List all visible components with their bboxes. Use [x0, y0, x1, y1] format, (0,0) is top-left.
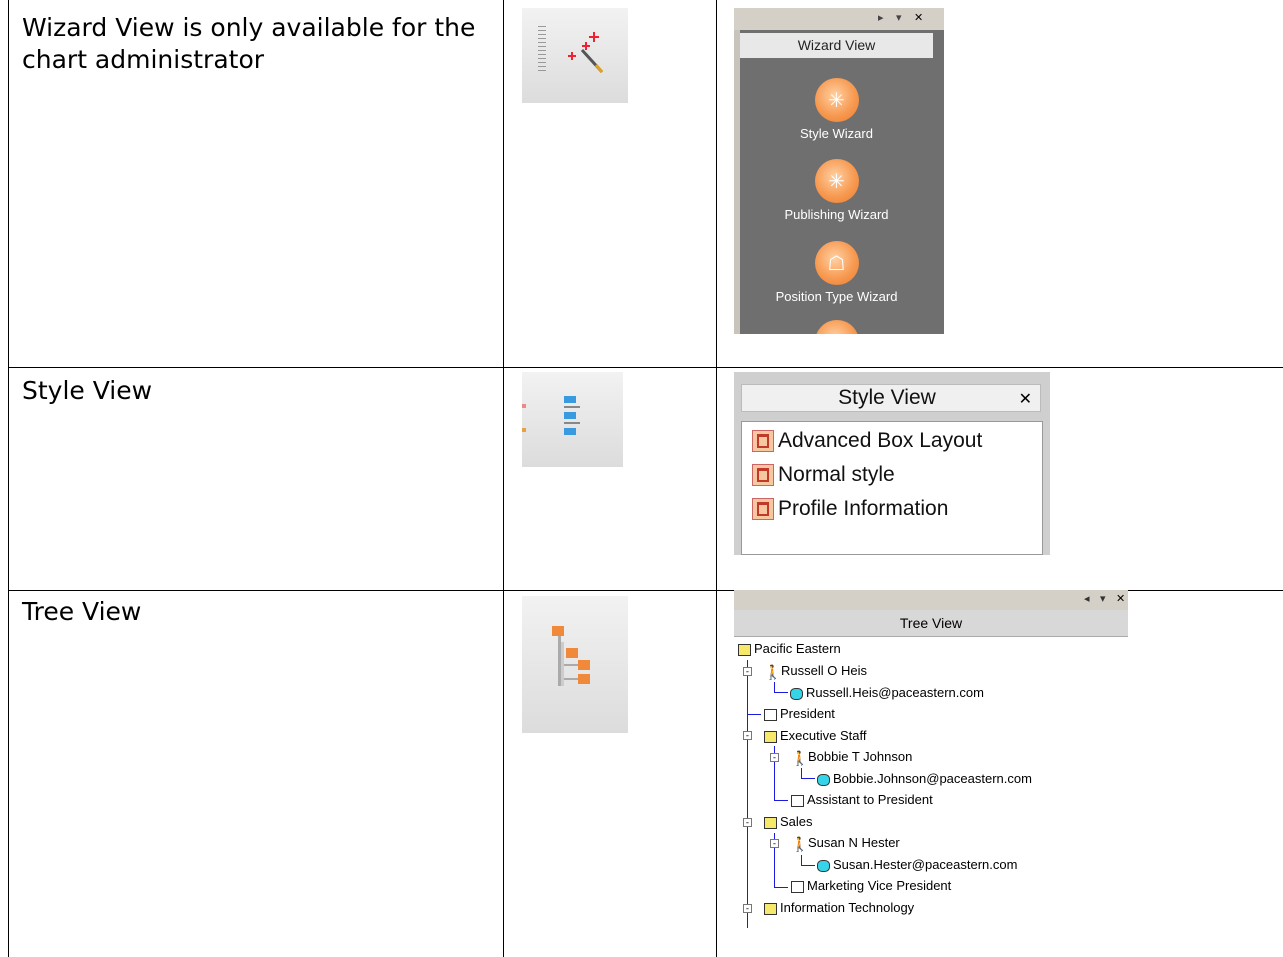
tree-node[interactable]: Pacific Eastern — [738, 641, 841, 657]
wizard-view-panel: ▸ ▾ ✕ Wizard View ✳ Style Wizard ✳ Publi… — [734, 8, 944, 334]
tree-connector — [747, 714, 761, 715]
position-type-wizard-button[interactable]: ☖ Position Type Wizard — [740, 241, 933, 304]
dock-arrow-icon[interactable]: ▸ — [878, 11, 884, 24]
database-icon — [790, 687, 803, 700]
tree-connector — [801, 768, 802, 778]
toolbar-grip-icon — [538, 26, 546, 74]
person-icon: 🚶 — [791, 835, 809, 852]
wizard-view-title: Wizard View — [740, 33, 933, 58]
wizard-view-toolbar-button[interactable] — [522, 8, 628, 103]
tree-node[interactable]: Susan.Hester@paceastern.com — [817, 857, 1017, 873]
database-icon — [817, 859, 830, 872]
tree-view-panel: ◂ ▾ ✕ Tree View - - - - - - Pacific East… — [734, 590, 1128, 928]
collapse-toggle[interactable]: - — [770, 839, 779, 849]
tree-view-titlebar: ◂ ▾ ✕ — [734, 590, 1128, 610]
red-mark-icon — [522, 404, 526, 408]
table-border — [716, 0, 717, 957]
wizard-icon — [814, 320, 859, 334]
tree-connector — [801, 865, 815, 866]
tree-node[interactable]: Russell.Heis@paceastern.com — [790, 685, 984, 701]
panel-menu-icon[interactable]: ▾ — [1100, 592, 1106, 605]
position-icon — [791, 794, 804, 807]
tree-connector — [801, 855, 802, 865]
tree-node[interactable]: Assistant to President — [791, 792, 933, 808]
wizard-view-description: Wizard View is only available for the ch… — [22, 13, 476, 74]
org-chart-style-icon — [752, 430, 774, 453]
tree-node[interactable]: Information Technology — [764, 900, 914, 916]
org-chart-style-icon — [752, 464, 774, 487]
publishing-wizard-button[interactable]: ✳ Publishing Wizard — [740, 159, 933, 222]
close-icon[interactable]: ✕ — [1019, 385, 1032, 413]
position-icon — [791, 880, 804, 893]
publishing-wizard-label: Publishing Wizard — [784, 207, 889, 222]
person-icon: 🚶 — [791, 749, 809, 766]
views-table: Wizard View is only available for the ch… — [0, 0, 1283, 957]
table-border — [8, 367, 1283, 368]
folder-icon — [738, 643, 751, 656]
position-icon — [764, 708, 777, 721]
collapse-toggle[interactable]: - — [743, 904, 752, 914]
wizard-view-titlebar: ▸ ▾ ✕ — [734, 8, 944, 30]
folder-icon — [764, 902, 777, 915]
tree-node[interactable]: Marketing Vice President — [791, 878, 951, 894]
close-icon[interactable]: ✕ — [914, 11, 923, 24]
publishing-wizard-icon: ✳ — [814, 159, 859, 203]
style-view-header: Style View ✕ — [741, 384, 1041, 412]
style-view-toolbar-button[interactable] — [522, 372, 623, 467]
person-icon: 🚶 — [764, 663, 782, 680]
collapse-toggle[interactable]: - — [743, 818, 752, 828]
list-item-label: Profile Information — [778, 497, 949, 520]
list-item[interactable]: Profile Information — [752, 494, 948, 524]
tree-node[interactable]: Executive Staff — [764, 728, 866, 744]
tree-connector — [747, 660, 748, 928]
position-type-wizard-label: Position Type Wizard — [775, 289, 898, 304]
list-item-label: Normal style — [778, 463, 895, 486]
tree-node[interactable]: President — [764, 706, 835, 722]
tree-view-title: Tree View — [734, 610, 1128, 637]
tree-node[interactable]: 🚶Susan N Hester — [791, 835, 900, 851]
list-item-label: Advanced Box Layout — [778, 429, 983, 452]
magic-wand-icon — [568, 32, 604, 74]
folder-icon — [764, 816, 777, 829]
org-tree-icon — [552, 626, 590, 686]
orange-mark-icon — [522, 428, 526, 432]
style-list: Advanced Box Layout Normal style Profile… — [741, 421, 1043, 555]
list-item[interactable]: Normal style — [752, 460, 895, 490]
collapse-toggle[interactable]: - — [743, 731, 752, 741]
close-icon[interactable]: ✕ — [1116, 592, 1125, 605]
tree-view-toolbar-button[interactable] — [522, 596, 628, 733]
style-view-description: Style View — [22, 376, 153, 405]
style-wizard-label: Style Wizard — [800, 126, 873, 141]
list-item[interactable]: Advanced Box Layout — [752, 426, 982, 456]
style-wizard-button[interactable]: ✳ Style Wizard — [740, 78, 933, 141]
style-view-title: Style View — [838, 386, 936, 409]
panel-menu-icon[interactable]: ▾ — [896, 11, 902, 24]
tree-node[interactable]: Bobbie.Johnson@paceastern.com — [817, 771, 1032, 787]
tree-node[interactable]: 🚶Bobbie T Johnson — [791, 749, 912, 765]
database-icon — [817, 773, 830, 786]
tree-connector — [774, 887, 788, 888]
tree-node[interactable]: 🚶Russell O Heis — [764, 663, 867, 679]
tree-connector — [774, 800, 788, 801]
table-border — [503, 0, 504, 957]
table-border — [8, 0, 9, 957]
folder-icon — [764, 730, 777, 743]
style-wizard-icon: ✳ — [814, 78, 859, 122]
collapse-toggle[interactable]: - — [770, 753, 779, 763]
style-list-icon — [564, 396, 580, 435]
style-view-panel: Style View ✕ Advanced Box Layout Normal … — [734, 372, 1050, 555]
collapse-toggle[interactable]: - — [743, 667, 752, 677]
next-wizard-button[interactable] — [740, 320, 933, 334]
tree-connector — [774, 692, 788, 693]
position-type-wizard-icon: ☖ — [814, 241, 859, 285]
dock-arrow-icon[interactable]: ◂ — [1084, 592, 1090, 605]
tree-connector — [774, 682, 775, 692]
tree-connector — [801, 778, 815, 779]
tree-view-description: Tree View — [22, 597, 142, 626]
tree-node[interactable]: Sales — [764, 814, 813, 830]
org-chart-style-icon — [752, 498, 774, 521]
